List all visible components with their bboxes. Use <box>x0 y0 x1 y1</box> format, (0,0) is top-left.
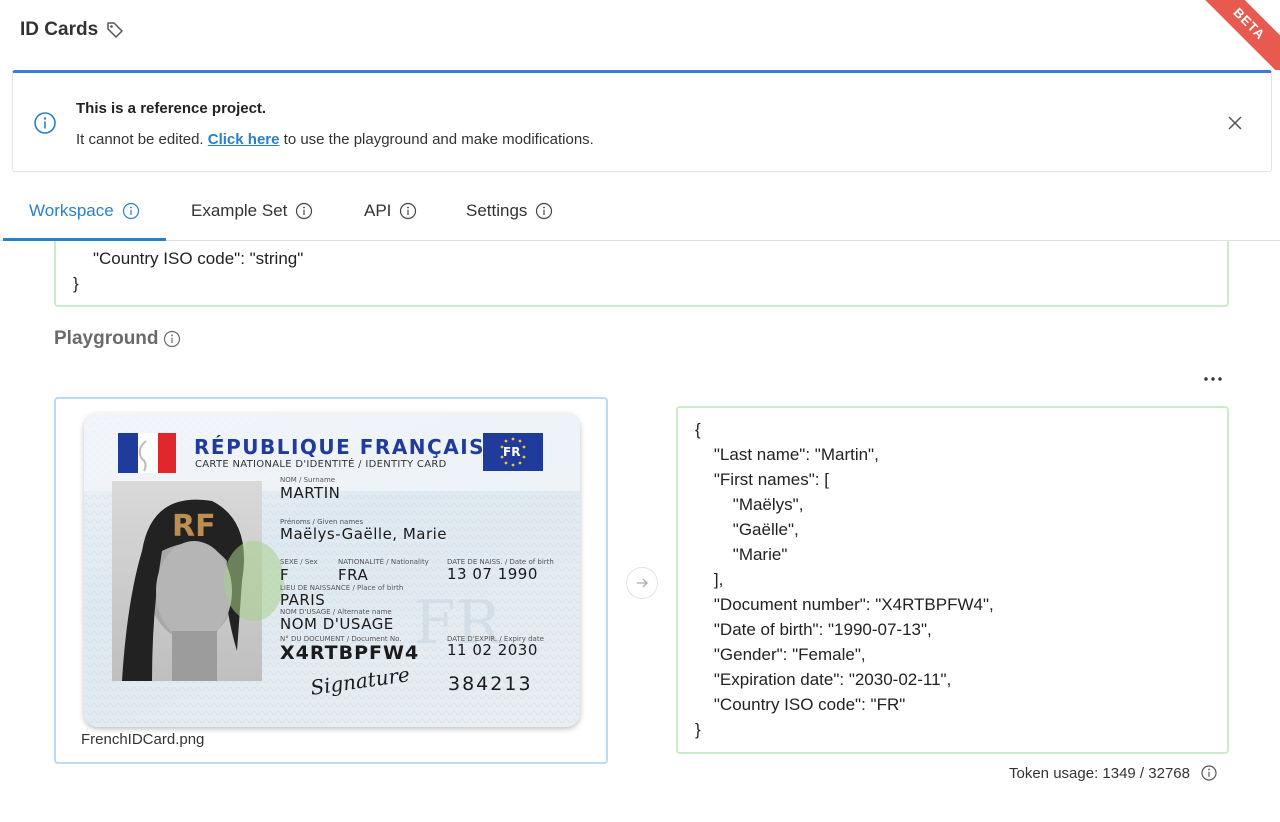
json-line: { <box>695 420 701 439</box>
alert-title: This is a reference project. <box>76 100 267 117</box>
alert-body-text-end: to use the playground and make modificat… <box>279 131 594 148</box>
token-usage-text: Token usage: 1349 / 32768 <box>1009 764 1190 782</box>
json-line: "Document number": "X4RTBPFW4", <box>695 595 994 614</box>
tab-api[interactable]: API <box>364 180 417 241</box>
tab-settings[interactable]: Settings <box>466 180 553 241</box>
more-horizontal-icon[interactable] <box>1200 370 1226 388</box>
info-icon <box>34 112 56 134</box>
tab-example-set[interactable]: Example Set <box>191 180 313 241</box>
arrow-right-icon <box>637 578 648 588</box>
tab-label: Workspace <box>29 200 114 220</box>
id-card-image: FR RÉPUBLIQUE FRANÇAISE CARTE NATIONALE … <box>84 413 580 727</box>
json-line: "Last name": "Martin", <box>695 445 879 464</box>
eu-flag: FR <box>483 433 543 471</box>
alert-body: It cannot be edited. Click here to use t… <box>76 131 594 148</box>
close-icon[interactable] <box>1227 115 1243 131</box>
json-line: "Gaëlle", <box>695 520 799 539</box>
json-line: "Marie" <box>695 545 788 564</box>
info-icon[interactable] <box>295 202 313 220</box>
given-value: Maëlys-Gaëlle, Marie <box>280 525 448 543</box>
reference-project-alert: This is a reference project. It cannot b… <box>12 70 1272 172</box>
surname-value: MARTIN <box>280 484 341 502</box>
beta-ribbon-wrap: BETA <box>1200 0 1280 70</box>
json-result: { "Last name": "Martin", "First names": … <box>676 406 1229 754</box>
json-line: "Country ISO code": "FR" <box>695 695 906 714</box>
page-title: ID Cards <box>20 19 124 41</box>
info-icon[interactable] <box>122 202 140 220</box>
card-watermark: RF <box>172 509 216 544</box>
card-subtitle: CARTE NATIONALE D'IDENTITÉ / IDENTITY CA… <box>195 459 447 470</box>
info-icon[interactable] <box>399 202 417 220</box>
json-line: ], <box>695 570 724 589</box>
token-usage: Token usage: 1349 / 32768 <box>1009 764 1218 782</box>
run-extraction-button[interactable] <box>626 567 658 599</box>
usage-value: NOM D'USAGE <box>280 615 394 633</box>
card-republic: RÉPUBLIQUE FRANÇAISE <box>194 435 501 459</box>
info-icon[interactable] <box>163 330 181 348</box>
tab-bar: Workspace Example Set API Settings <box>0 180 1280 241</box>
tag-icon[interactable] <box>106 21 124 39</box>
json-line: "Maëlys", <box>695 495 804 514</box>
file-name: FrenchIDCard.png <box>81 731 205 748</box>
expiry-value: 11 02 2030 <box>447 641 538 659</box>
playground-title: Playground <box>54 328 181 350</box>
tab-workspace[interactable]: Workspace <box>29 180 140 241</box>
json-line: "Date of birth": "1990-07-13", <box>695 620 932 639</box>
schema-line: } <box>73 274 79 293</box>
eu-code: FR <box>503 445 521 459</box>
marianne-logo <box>118 433 176 473</box>
active-tab-indicator <box>3 238 166 241</box>
json-line: "Gender": "Female", <box>695 645 866 664</box>
tab-label: API <box>364 200 392 220</box>
nationality-label: NATIONALITÉ / Nationality <box>338 558 429 566</box>
pob-value: PARIS <box>280 591 326 609</box>
json-line: "First names": [ <box>695 470 829 489</box>
sex-value: F <box>280 566 290 584</box>
playground-link[interactable]: Click here <box>208 131 280 148</box>
schema-editor[interactable]: "Country ISO code": "string" } <box>54 232 1229 307</box>
page-header: ID Cards BETA <box>0 0 1280 70</box>
schema-line: "Country ISO code": "string" <box>93 249 304 268</box>
json-line: "Expiration date": "2030-02-11", <box>695 670 952 689</box>
tab-label: Example Set <box>191 200 288 220</box>
hologram <box>224 541 284 621</box>
card-code: 384213 <box>448 673 533 695</box>
nationality-value: FRA <box>338 566 369 584</box>
info-icon[interactable] <box>535 202 553 220</box>
tab-label: Settings <box>466 200 528 220</box>
info-icon[interactable] <box>1200 764 1218 782</box>
docno-value: X4RTBPFW4 <box>280 642 420 664</box>
playground-title-text: Playground <box>54 328 159 349</box>
beta-ribbon: BETA <box>1200 0 1280 70</box>
page-title-text: ID Cards <box>20 19 99 40</box>
sex-label: SEXE / Sex <box>280 558 318 566</box>
input-image-panel[interactable]: FR RÉPUBLIQUE FRANÇAISE CARTE NATIONALE … <box>54 397 608 764</box>
dob-value: 13 07 1990 <box>447 565 538 583</box>
json-line: } <box>695 720 701 739</box>
alert-body-text: It cannot be edited. <box>76 131 208 148</box>
surname-label: NOM / Surname <box>280 476 336 484</box>
